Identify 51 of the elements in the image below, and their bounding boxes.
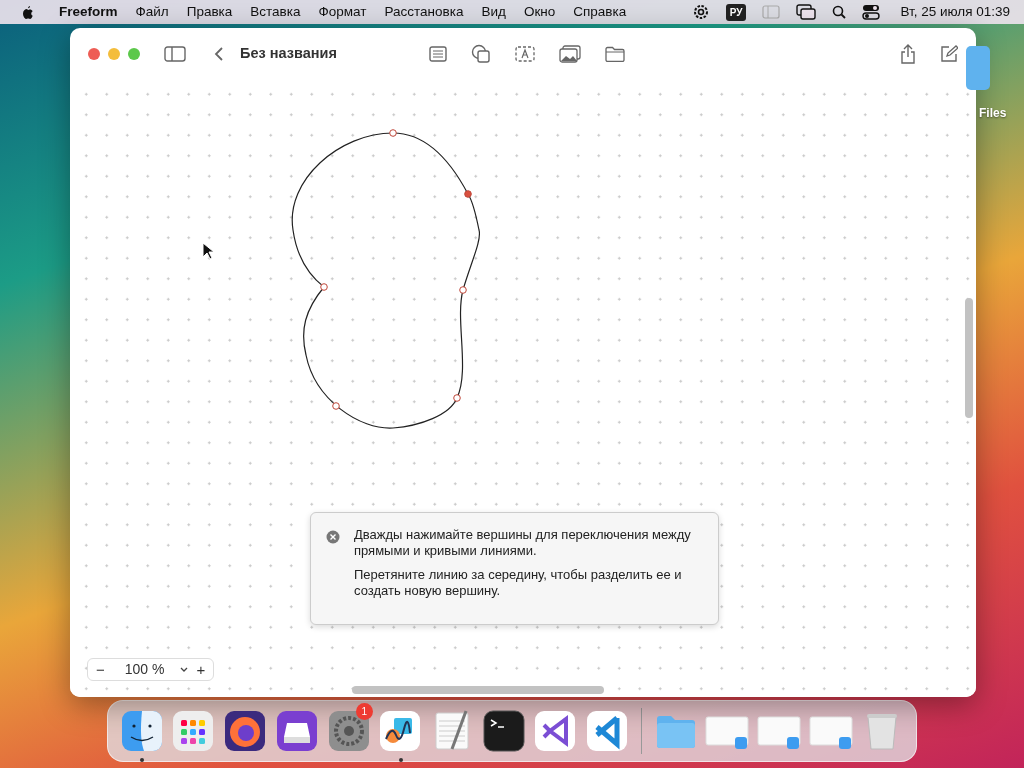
- app-grid-icon[interactable]: [171, 709, 216, 753]
- scribble-board-icon[interactable]: [378, 709, 423, 753]
- close-button[interactable]: [88, 48, 100, 60]
- horizontal-scrollbar[interactable]: [352, 686, 604, 694]
- chevron-down-icon[interactable]: [180, 666, 189, 673]
- input-language-indicator[interactable]: РУ: [725, 3, 747, 21]
- close-icon[interactable]: [326, 530, 340, 544]
- sidebar-toggle-icon[interactable]: [164, 46, 186, 62]
- menu-item[interactable]: Формат: [309, 1, 376, 23]
- zoom-out-button[interactable]: −: [92, 662, 109, 677]
- ribbon-icon[interactable]: [584, 709, 629, 753]
- back-icon[interactable]: [214, 46, 224, 62]
- gear-icon[interactable]: [691, 3, 710, 21]
- menu-item[interactable]: Справка: [564, 1, 636, 23]
- zoom-in-button[interactable]: +: [192, 662, 210, 677]
- sidebar-toggle-icon[interactable]: [762, 5, 781, 19]
- mouse-pointer-icon: [202, 242, 214, 260]
- terminal-icon[interactable]: [481, 709, 526, 753]
- app-menu[interactable]: Freeform: [50, 1, 127, 23]
- vertex-handle[interactable]: [453, 394, 461, 402]
- folder-icon[interactable]: [604, 46, 625, 62]
- menu-item[interactable]: Файл: [126, 1, 178, 23]
- tooltip-text: Перетяните линию за середину, чтобы разделить ее и создать новую вершину.: [354, 566, 683, 599]
- zoom-level[interactable]: 100 %: [124, 659, 165, 680]
- menu-item[interactable]: Окно: [514, 1, 565, 23]
- menu-item[interactable]: Вставка: [241, 1, 310, 23]
- share-icon[interactable]: [900, 44, 916, 64]
- canvas[interactable]: Дважды нажимайте вершины для переключения между прямыми и кривыми линиями. Перетяните линию за середину, чтобы разделить ее и создать новую вершину. − 100 % +: [70, 80, 976, 697]
- stacked-windows-icon[interactable]: [796, 4, 817, 20]
- finder-icon[interactable]: [119, 709, 164, 753]
- vertex-handle[interactable]: [459, 286, 467, 294]
- tray-icon[interactable]: [274, 709, 319, 753]
- vertex-handle[interactable]: [464, 190, 472, 198]
- tooltip-text: Дважды нажимайте вершины для переключения между прямыми и кривыми линиями.: [354, 527, 692, 559]
- vertical-scrollbar[interactable]: [965, 298, 973, 418]
- text-box-icon[interactable]: [514, 46, 535, 62]
- window-title: Без названия: [240, 44, 337, 64]
- clock[interactable]: Вт, 25 июля 01:39: [900, 1, 1010, 23]
- menu-item[interactable]: Вид: [472, 1, 515, 23]
- menu-item[interactable]: Правка: [177, 1, 242, 23]
- search-icon[interactable]: [832, 5, 847, 19]
- control-center-icon[interactable]: [862, 4, 881, 20]
- vertex-handle[interactable]: [389, 129, 397, 137]
- image-icon[interactable]: [558, 45, 581, 63]
- compose-icon[interactable]: [940, 45, 958, 63]
- shapes-icon[interactable]: [470, 44, 491, 64]
- vertex-handle[interactable]: [320, 283, 328, 291]
- sticky-note-icon[interactable]: [428, 46, 447, 62]
- apple-logo-icon[interactable]: [20, 4, 34, 20]
- vertex-handle[interactable]: [332, 402, 340, 410]
- menu-item[interactable]: Расстановка: [375, 1, 473, 23]
